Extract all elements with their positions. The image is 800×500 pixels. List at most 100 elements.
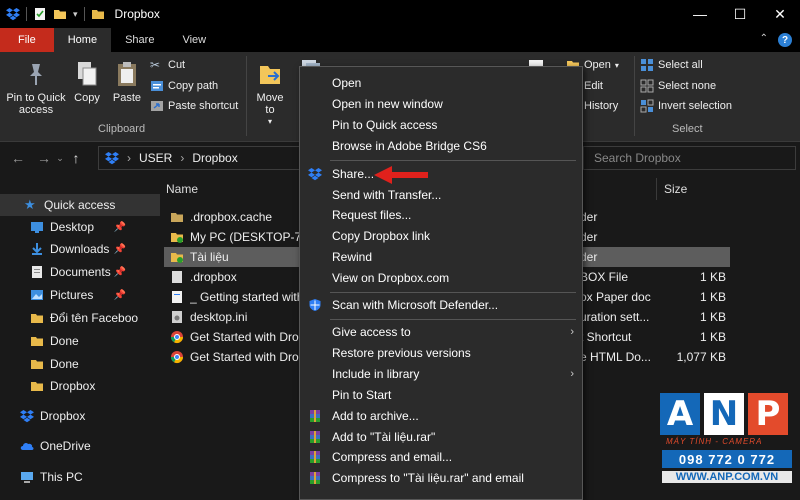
menu-item-restore-versions[interactable]: Restore previous versions bbox=[300, 343, 582, 363]
menu-item-rewind[interactable]: Rewind bbox=[300, 247, 582, 267]
pin-icon: 📌 bbox=[113, 243, 126, 255]
menu-item-include-library[interactable]: Include in library › bbox=[300, 364, 582, 384]
close-button[interactable]: ✕ bbox=[760, 0, 800, 28]
breadcrumb-dropbox[interactable]: Dropbox bbox=[192, 151, 237, 165]
pin-to-quick-access-button[interactable]: Pin to Quick access bbox=[4, 60, 68, 116]
minimize-button[interactable]: — bbox=[680, 0, 720, 28]
recent-dropdown-icon[interactable]: ⌄ bbox=[54, 153, 66, 164]
nav-item-pictures[interactable]: Pictures 📌 bbox=[0, 284, 160, 306]
copy-button[interactable]: Copy bbox=[70, 60, 104, 104]
menu-separator bbox=[330, 160, 576, 161]
nav-item-dropbox[interactable]: Dropbox bbox=[0, 405, 160, 427]
up-arrow-icon[interactable]: ↑ bbox=[66, 150, 86, 166]
invert-selection-label: Invert selection bbox=[658, 100, 732, 112]
back-arrow-icon[interactable]: ← bbox=[8, 150, 28, 166]
menu-item-open[interactable]: Open bbox=[300, 73, 582, 93]
nav-item-onedrive[interactable]: OneDrive bbox=[0, 435, 160, 457]
dropbox-icon bbox=[308, 168, 322, 181]
tab-share[interactable]: Share bbox=[111, 28, 168, 52]
dropbox-icon[interactable] bbox=[6, 7, 20, 21]
navigation-pane: ★ Quick access Desktop 📌 Downloads 📌 Doc… bbox=[0, 178, 160, 500]
tab-view[interactable]: View bbox=[168, 28, 220, 52]
menu-item-pin-start[interactable]: Pin to Start bbox=[300, 385, 582, 405]
copy-path-button[interactable]: Copy path bbox=[150, 79, 218, 93]
menu-item-share[interactable]: Share... bbox=[300, 164, 582, 184]
pictures-icon bbox=[31, 290, 43, 300]
folder-icon bbox=[171, 213, 183, 222]
help-icon[interactable]: ? bbox=[778, 33, 792, 47]
nav-item-downloads[interactable]: Downloads 📌 bbox=[0, 238, 160, 260]
menu-item-scan-defender[interactable]: Scan with Microsoft Defender... bbox=[300, 295, 582, 315]
breadcrumb-user[interactable]: USER bbox=[139, 151, 172, 165]
select-all-button[interactable]: Select all bbox=[640, 58, 703, 72]
pin-label: Pin to Quick access bbox=[6, 92, 66, 116]
breadcrumb-separator-icon: › bbox=[127, 151, 131, 165]
nav-item-done-2[interactable]: Done bbox=[0, 353, 160, 375]
desktop-folder-icon bbox=[31, 222, 43, 233]
copy-label: Copy bbox=[74, 92, 100, 104]
ribbon-tabs: File Home Share View ⌃ ? bbox=[0, 28, 800, 52]
nav-item-quick-access[interactable]: ★ Quick access bbox=[0, 194, 160, 216]
pin-icon: 📌 bbox=[113, 289, 126, 301]
menu-item-give-access[interactable]: Give access to › bbox=[300, 322, 582, 342]
file-icon bbox=[172, 271, 182, 283]
quick-access-toolbar: ▾ bbox=[0, 7, 105, 21]
forward-arrow-icon[interactable]: → bbox=[34, 150, 54, 166]
menu-item-add-to-rar[interactable]: Add to "Tài liệu.rar" bbox=[300, 427, 582, 447]
menu-item-open-new-window[interactable]: Open in new window bbox=[300, 94, 582, 114]
winrar-icon bbox=[310, 410, 320, 422]
properties-icon[interactable] bbox=[33, 7, 47, 21]
move-to-label: Move to bbox=[256, 92, 284, 116]
search-input[interactable]: Search Dropbox bbox=[583, 146, 796, 170]
nav-item-dropbox-folder[interactable]: Dropbox bbox=[0, 375, 160, 397]
pin-icon: 📌 bbox=[113, 221, 126, 233]
paste-button[interactable]: Paste bbox=[110, 60, 144, 104]
defender-shield-icon bbox=[309, 299, 321, 311]
folder-icon bbox=[91, 10, 104, 19]
cut-button[interactable]: ✂ Cut bbox=[150, 58, 185, 72]
select-none-button[interactable]: Select none bbox=[640, 79, 716, 93]
tab-home[interactable]: Home bbox=[53, 28, 112, 52]
menu-item-request-files[interactable]: Request files... bbox=[300, 205, 582, 225]
title-bar: ▾ Dropbox — ☐ ✕ bbox=[0, 0, 800, 28]
pin-icon: 📌 bbox=[113, 266, 126, 278]
folder-sync-icon bbox=[171, 233, 183, 243]
menu-item-view-dropbox[interactable]: View on Dropbox.com bbox=[300, 268, 582, 288]
nav-item-desktop[interactable]: Desktop 📌 bbox=[0, 216, 160, 238]
new-folder-icon[interactable] bbox=[53, 7, 67, 21]
window-controls: — ☐ ✕ bbox=[680, 0, 800, 28]
ribbon-separator bbox=[246, 56, 247, 136]
menu-item-browse-bridge[interactable]: Browse in Adobe Bridge CS6 bbox=[300, 136, 582, 156]
winrar-icon bbox=[310, 431, 320, 443]
anp-website: WWW.ANP.COM.VN bbox=[662, 471, 792, 483]
copy-path-icon bbox=[151, 81, 163, 91]
menu-item-compress-rar-email[interactable]: Compress to "Tài liệu.rar" and email bbox=[300, 468, 582, 488]
invert-selection-button[interactable]: Invert selection bbox=[640, 99, 732, 113]
maximize-button[interactable]: ☐ bbox=[720, 0, 760, 28]
column-header-size[interactable]: Size bbox=[664, 182, 687, 196]
dropbox-icon bbox=[20, 410, 34, 423]
anp-letter-p: P bbox=[748, 393, 788, 435]
anp-letter-a: A bbox=[660, 393, 700, 435]
qat-dropdown-icon[interactable]: ▾ bbox=[73, 9, 78, 20]
paste-shortcut-icon bbox=[151, 101, 163, 111]
column-header-name[interactable]: Name bbox=[166, 182, 198, 196]
menu-item-send-transfer[interactable]: Send with Transfer... bbox=[300, 185, 582, 205]
scissors-icon: ✂ bbox=[150, 58, 161, 72]
menu-item-pin-quick-access[interactable]: Pin to Quick access bbox=[300, 115, 582, 135]
menu-item-add-archive[interactable]: Add to archive... bbox=[300, 406, 582, 426]
tab-file[interactable]: File bbox=[0, 28, 54, 52]
nav-item-done[interactable]: Done bbox=[0, 330, 160, 352]
breadcrumb-separator-icon: › bbox=[180, 151, 185, 165]
window-title: Dropbox bbox=[114, 7, 160, 21]
select-all-icon bbox=[641, 59, 653, 71]
move-to-button[interactable]: Move to ▾ bbox=[252, 60, 288, 128]
menu-item-copy-dropbox-link[interactable]: Copy Dropbox link bbox=[300, 226, 582, 246]
paste-shortcut-button[interactable]: Paste shortcut bbox=[150, 99, 238, 113]
nav-item-documents[interactable]: Documents 📌 bbox=[0, 261, 160, 283]
menu-item-compress-email[interactable]: Compress and email... bbox=[300, 447, 582, 467]
nav-item-this-pc[interactable]: This PC bbox=[0, 466, 160, 488]
anp-letter-n: N bbox=[704, 393, 744, 435]
nav-item-folder[interactable]: Đổi tên Faceboo bbox=[0, 307, 160, 329]
collapse-ribbon-icon[interactable]: ⌃ bbox=[760, 33, 768, 47]
